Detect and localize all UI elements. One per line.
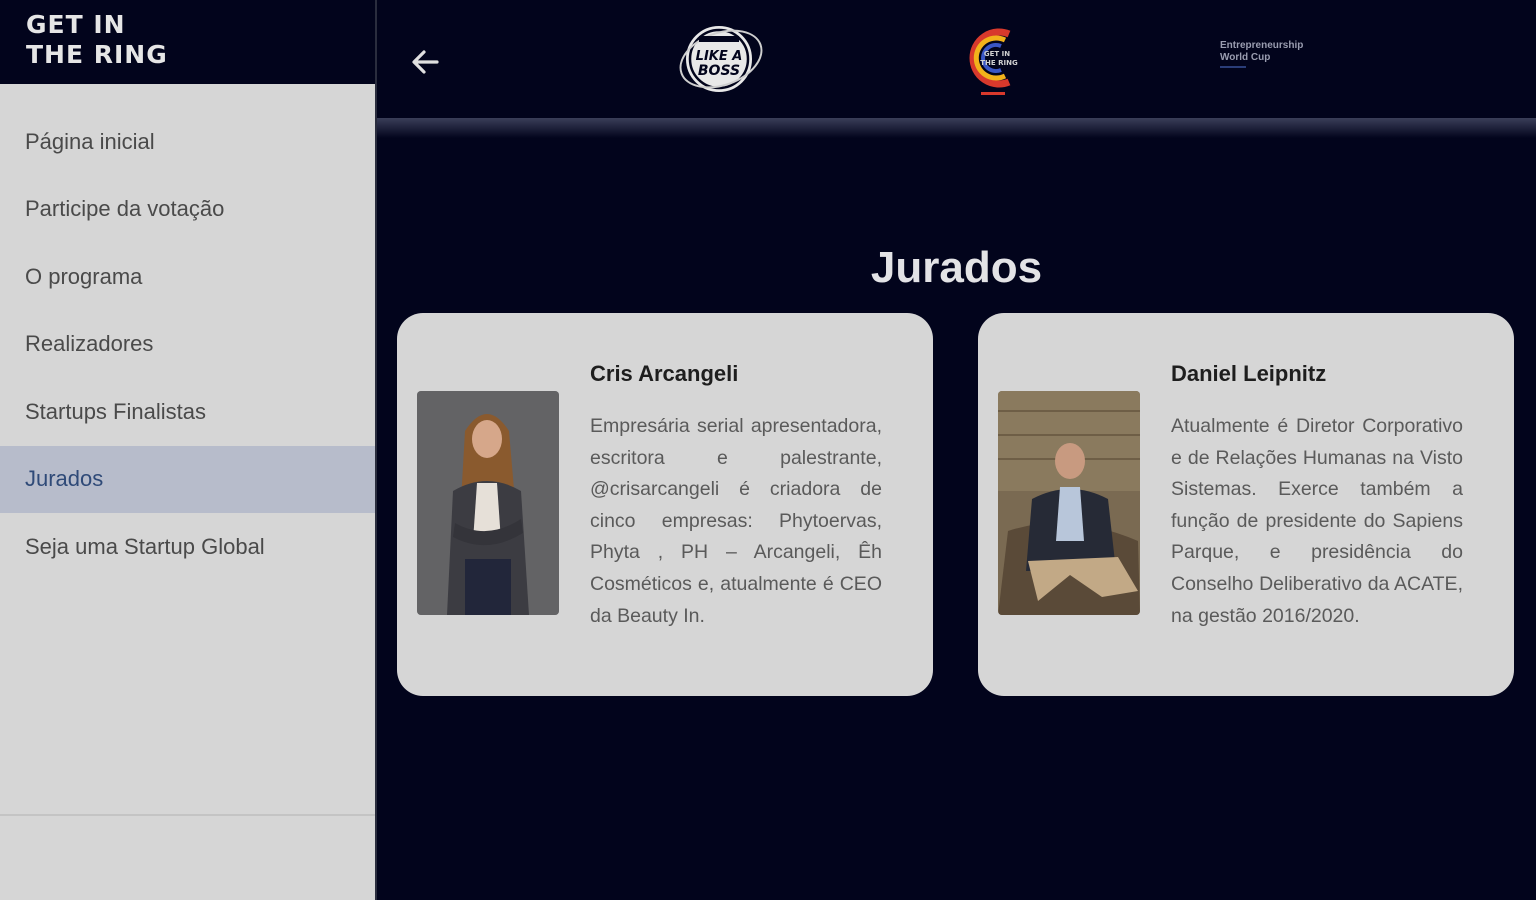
logo3-line-2: World Cup — [1220, 52, 1271, 63]
nav-item-vote[interactable]: Participe da votação — [0, 176, 375, 244]
svg-text:LIKE A: LIKE A — [696, 49, 743, 64]
brand-logo: GET IN THE RING — [26, 10, 168, 70]
nav-item-organizers[interactable]: Realizadores — [0, 311, 375, 379]
nav-item-program[interactable]: O programa — [0, 243, 375, 311]
svg-text:GET IN: GET IN — [984, 50, 1010, 58]
svg-text:THE RING: THE RING — [980, 59, 1018, 67]
nav-item-finalists[interactable]: Startups Finalistas — [0, 378, 375, 446]
nav-item-home[interactable]: Página inicial — [0, 108, 375, 176]
judge-photo — [417, 391, 559, 615]
page-title: Jurados — [870, 243, 1043, 292]
judge-bio: Atualmente é Diretor Corporativo e de Re… — [1171, 415, 1463, 627]
top-app-bar: LIKE A BOSS GET IN THE RING Entrepreneur… — [377, 0, 1536, 120]
judge-photo — [998, 391, 1140, 615]
judge-bio: Empresária serial apresentadora, escrito… — [590, 415, 882, 627]
brand-header: GET IN THE RING — [0, 0, 375, 84]
judge-card[interactable]: Cris Arcangeli Empresária serial apresen… — [397, 313, 933, 696]
judge-card[interactable]: Daniel Leipnitz Atualmente é Diretor Cor… — [978, 313, 1514, 696]
logo3-line-1: Entrepreneurship — [1220, 40, 1304, 51]
arrow-left-icon — [412, 50, 439, 74]
brand-line-2: THE RING — [26, 40, 168, 69]
get-in-the-ring-logo: GET IN THE RING — [959, 20, 1025, 98]
logo3-bar — [1220, 66, 1246, 68]
nav-item-global-startup[interactable]: Seja uma Startup Global — [0, 513, 375, 581]
top-bar-shadow — [377, 118, 1536, 138]
sidebar-divider — [0, 814, 375, 816]
svg-text:BOSS: BOSS — [698, 63, 740, 79]
like-a-boss-logo: LIKE A BOSS — [677, 22, 765, 96]
judge-name: Cris Arcangeli — [590, 361, 739, 386]
nav-item-judges[interactable]: Jurados — [0, 445, 375, 513]
navigation-drawer: GET IN THE RING Página inicial Participe… — [0, 0, 377, 900]
nav-menu: Página inicial Participe da votação O pr… — [0, 108, 375, 581]
judge-name: Daniel Leipnitz — [1171, 361, 1327, 386]
brand-line-1: GET IN — [26, 10, 126, 39]
back-button[interactable] — [407, 44, 443, 80]
entrepreneurship-world-cup-logo: Entrepreneurship World Cup — [1220, 40, 1330, 76]
main-content: LIKE A BOSS GET IN THE RING Entrepreneur… — [377, 0, 1536, 900]
